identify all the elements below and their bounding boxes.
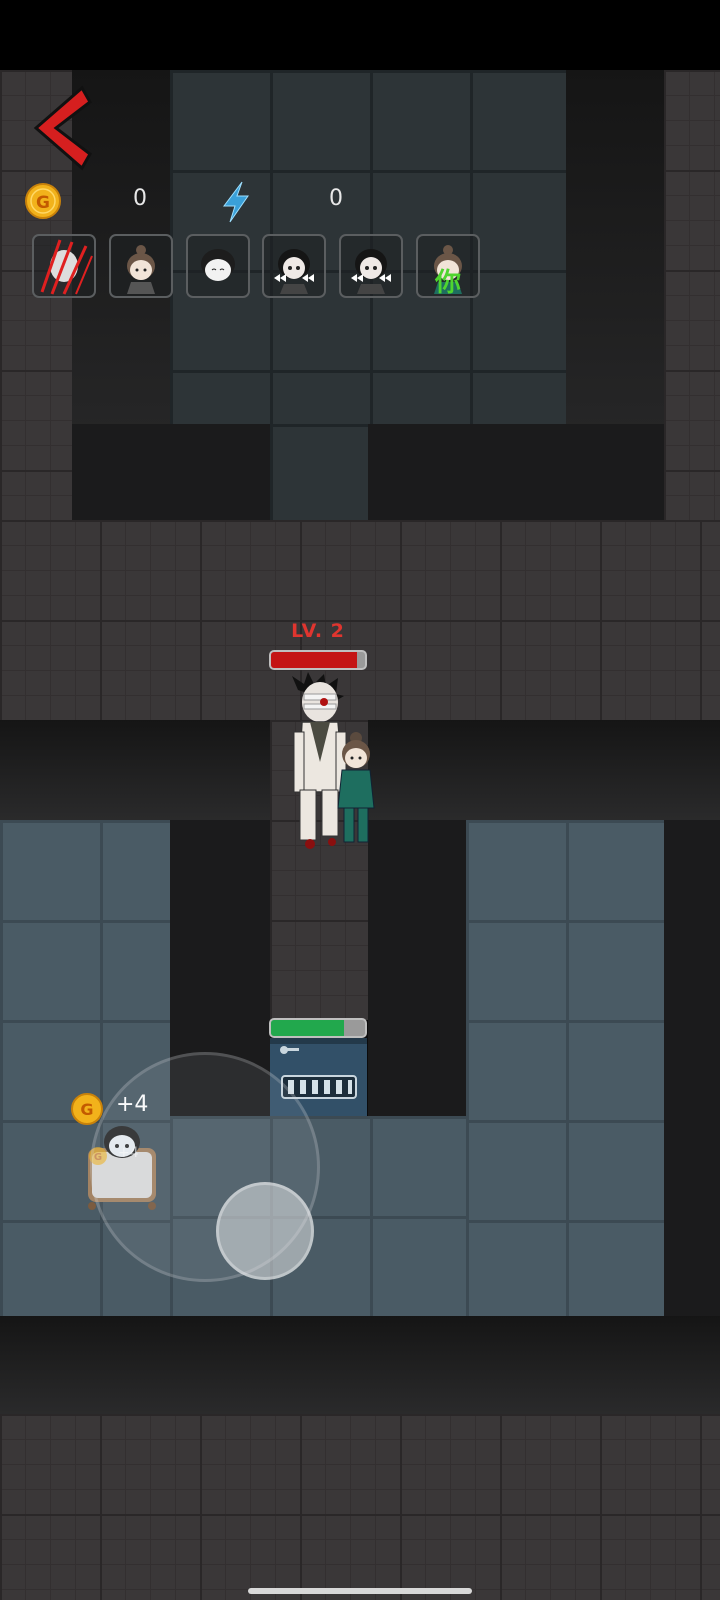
gold-counter: 0 (133, 186, 147, 211)
svg-text:G: G (80, 1100, 93, 1119)
portrait-girl-bows-1[interactable] (262, 234, 326, 298)
svg-text:G: G (36, 193, 50, 213)
player-character (334, 730, 378, 846)
chevron-left-icon (33, 85, 92, 171)
boy-face-icon (201, 249, 235, 281)
game-scene[interactable]: LV. 2 G +4 G +4 G 0 0 你 (0, 0, 720, 1600)
girl-bows-face-icon (274, 249, 314, 294)
wall-top-room-bottom-right (368, 424, 664, 520)
claw-slash-icon (40, 239, 93, 295)
enemy-level-label: LV. 2 (291, 620, 345, 642)
wall-middle-right (368, 720, 720, 820)
portrait-girl-bows-2[interactable] (339, 234, 403, 298)
wall-top-room-bottom-left (72, 424, 270, 520)
bottom-room-floor-right (466, 820, 664, 1316)
portrait-ghost[interactable] (32, 234, 96, 298)
status-bar (0, 0, 720, 70)
wall-bottom (0, 1316, 720, 1414)
brick-wall-right-top (664, 70, 720, 520)
wall-hallway-right (368, 820, 466, 1116)
portrait-player[interactable]: 你 (416, 234, 480, 298)
portrait-boy[interactable] (186, 234, 250, 298)
portrait-girl-bun[interactable] (109, 234, 173, 298)
wall-right-edge (664, 820, 720, 1320)
girl-bun-face-icon (127, 245, 155, 294)
door-hp-fill (271, 1020, 345, 1036)
joystick-knob[interactable] (216, 1182, 314, 1280)
enemy-hp-fill (271, 652, 358, 668)
gold-icon: G (24, 182, 62, 220)
wall-middle-left (0, 720, 270, 820)
player-you-label: 你 (434, 268, 461, 298)
enemy-hp-bar (269, 650, 367, 670)
energy-counter: 0 (329, 186, 343, 211)
brick-floor-bottom (0, 1414, 720, 1600)
home-indicator[interactable] (248, 1588, 472, 1594)
top-room-doorway (270, 424, 368, 520)
girl-bows-face-icon (351, 249, 391, 294)
back-button[interactable] (28, 84, 92, 172)
door-hp-bar (269, 1018, 367, 1038)
lightning-icon (220, 180, 252, 224)
